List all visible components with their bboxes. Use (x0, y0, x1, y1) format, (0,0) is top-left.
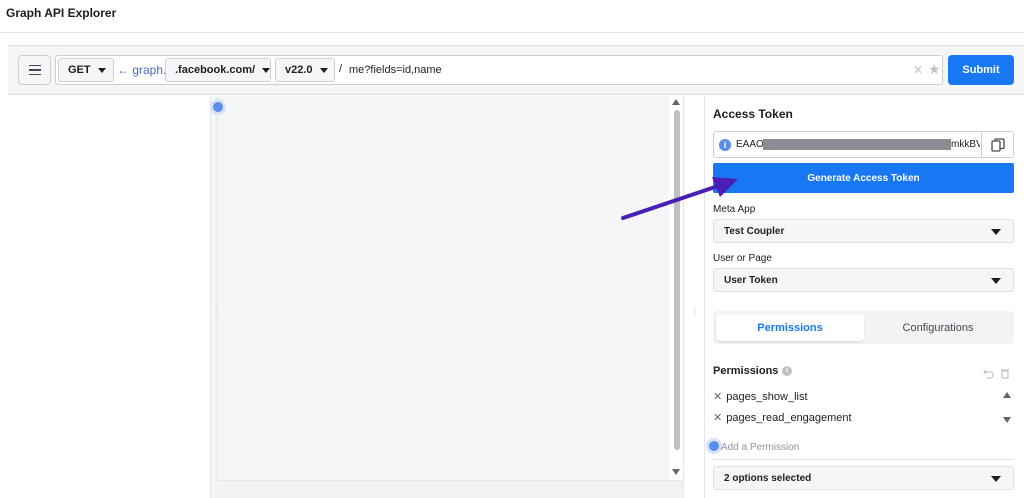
annotation-arrow (621, 177, 738, 220)
